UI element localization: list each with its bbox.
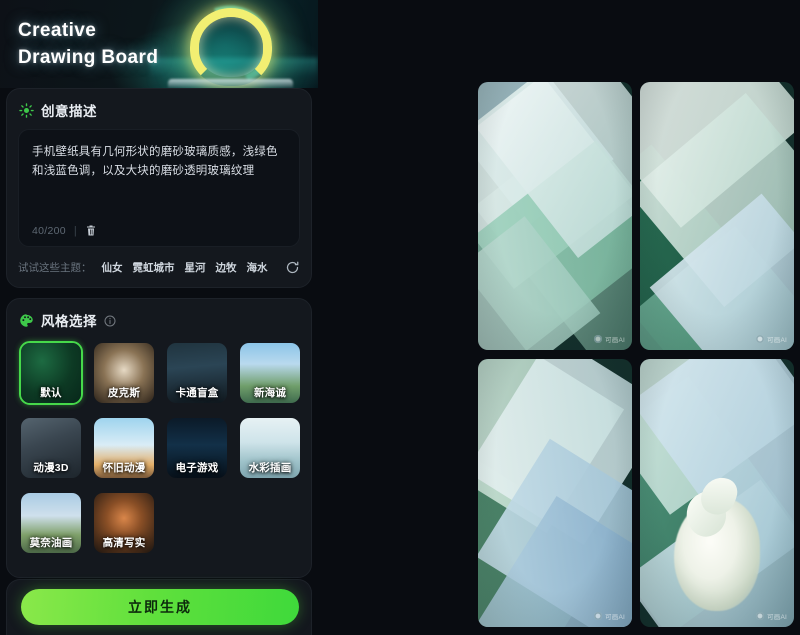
gallery-item-1[interactable]: 可画AI (478, 82, 632, 350)
trash-icon[interactable] (85, 224, 97, 237)
suggestion-chip-2[interactable]: 星河 (185, 260, 206, 275)
watermark: 可画AI (594, 611, 625, 621)
gallery-item-4[interactable]: 可画AI (640, 359, 794, 627)
style-grid: 默认 皮克斯 卡通盲盒 新海诚动漫3D 怀旧动漫 电子游戏 水彩插画莫奈油画 高清写实 (7, 339, 311, 555)
suggestion-label: 试试这些主题： (18, 262, 92, 274)
style-label: 新海诚 (253, 387, 287, 399)
hero-glow-ring-icon (190, 8, 272, 86)
app-root: Creative Drawing Board 创意描述 手机壁纸具有几何形状的磨… (0, 0, 800, 635)
style-label: 怀旧动漫 (102, 462, 146, 474)
watermark-logo-icon (756, 335, 765, 343)
style-label: 动漫3D (33, 462, 69, 474)
style-card-1[interactable]: 皮克斯 (92, 341, 156, 405)
style-card-8[interactable]: 莫奈油画 (19, 491, 83, 555)
watermark-text: 可画AI (767, 337, 787, 344)
image-vignette (478, 82, 632, 350)
style-label: 高清写实 (102, 537, 146, 549)
char-counter: 40/200 (32, 224, 66, 237)
generate-button[interactable]: 立即生成 (21, 589, 299, 625)
watermark-logo-icon (594, 612, 603, 620)
watermark-logo-icon (594, 335, 603, 343)
style-card-9[interactable]: 高清写实 (92, 491, 156, 555)
style-label: 默认 (40, 387, 62, 399)
style-card-3[interactable]: 新海诚 (238, 341, 302, 405)
info-icon[interactable] (104, 314, 116, 327)
style-panel: 风格选择 默认 皮克斯 卡通盲盒 新海诚动漫3D 怀旧动漫 电子游戏 水彩插画莫奈油画 高清写… (6, 298, 312, 578)
style-panel-title: 风格选择 (41, 314, 97, 329)
palette-icon (19, 313, 34, 328)
description-panel: 创意描述 手机壁纸具有几何形状的磨砂玻璃质感，浅绿色和浅蓝色调，以及大块的磨砂透… (6, 88, 312, 288)
prompt-footer: 40/200 | (32, 224, 97, 237)
style-card-4[interactable]: 动漫3D (19, 416, 83, 480)
style-label: 水彩插画 (248, 462, 292, 474)
suggestion-chip-4[interactable]: 海水 (247, 260, 268, 275)
footer-divider: | (73, 224, 77, 237)
style-card-0[interactable]: 默认 (19, 341, 83, 405)
hero-title-line1: Creative (18, 20, 97, 41)
suggestion-row: 试试这些主题： 仙女 霓虹城市 星河 边牧 海水 (18, 260, 300, 275)
style-card-6[interactable]: 电子游戏 (165, 416, 229, 480)
watermark-text: 可画AI (605, 337, 625, 344)
image-vignette (478, 359, 632, 627)
gallery-item-2[interactable]: 可画AI (640, 82, 794, 350)
style-label: 电子游戏 (175, 462, 219, 474)
page-title: Creative Drawing Board (18, 17, 158, 71)
description-panel-header: 创意描述 (7, 89, 311, 129)
image-vignette (640, 359, 794, 627)
sun-icon (19, 102, 34, 118)
watermark-logo-icon (756, 612, 765, 620)
watermark-text: 可画AI (605, 614, 625, 621)
results-gallery: 可画AI 可画AI 可画AI 可画AI (478, 82, 794, 635)
watermark: 可画AI (594, 334, 625, 344)
watermark: 可画AI (756, 334, 787, 344)
prompt-textarea[interactable]: 手机壁纸具有几何形状的磨砂玻璃质感，浅绿色和浅蓝色调，以及大块的磨砂透明玻璃纹理… (18, 129, 300, 247)
gallery-item-3[interactable]: 可画AI (478, 359, 632, 627)
style-label: 皮克斯 (107, 387, 141, 399)
style-label: 卡通盲盒 (175, 387, 219, 399)
hero-title-line2: Drawing Board (18, 47, 159, 68)
suggestion-chip-3[interactable]: 边牧 (216, 260, 237, 275)
watermark: 可画AI (756, 611, 787, 621)
prompt-text-value: 手机壁纸具有几何形状的磨砂玻璃质感，浅绿色和浅蓝色调，以及大块的磨砂透明玻璃纹理 (32, 146, 278, 177)
hero-banner: Creative Drawing Board (0, 0, 318, 88)
refresh-icon[interactable] (285, 260, 300, 275)
image-vignette (640, 82, 794, 350)
style-card-5[interactable]: 怀旧动漫 (92, 416, 156, 480)
left-panel: Creative Drawing Board 创意描述 手机壁纸具有几何形状的磨… (0, 0, 318, 635)
style-card-7[interactable]: 水彩插画 (238, 416, 302, 480)
suggestion-chip-0[interactable]: 仙女 (102, 260, 123, 275)
watermark-text: 可画AI (767, 614, 787, 621)
description-panel-title: 创意描述 (41, 104, 97, 119)
hero-ring-base (168, 79, 293, 88)
style-label: 莫奈油画 (29, 537, 73, 549)
style-card-2[interactable]: 卡通盲盒 (165, 341, 229, 405)
generate-bar: 立即生成 (6, 579, 312, 635)
suggestion-chip-1[interactable]: 霓虹城市 (133, 260, 175, 275)
style-panel-header: 风格选择 (7, 299, 311, 339)
